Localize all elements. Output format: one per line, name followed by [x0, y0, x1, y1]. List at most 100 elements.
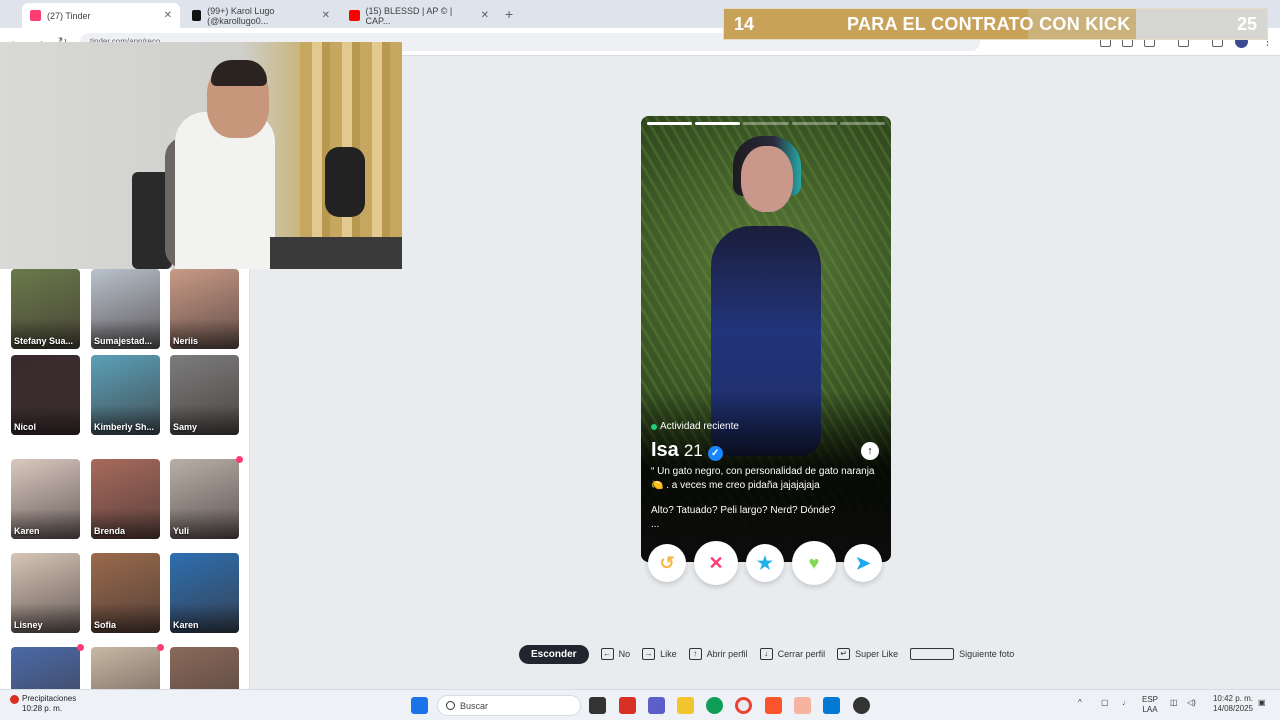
app-red-icon[interactable]	[619, 697, 636, 714]
match-name: Lisney	[14, 620, 43, 630]
match-card[interactable]: Kimberly Sh...	[91, 355, 160, 435]
notification-icon[interactable]: ▣	[1258, 698, 1266, 708]
super-like-button[interactable]: ★	[746, 544, 784, 582]
weather-alert-icon	[10, 695, 19, 704]
system-clock[interactable]: 10:42 p. m. 14/08/2025	[1203, 694, 1253, 714]
stream-goal-banner: 14 PARA EL CONTRATO CON KICK 25	[723, 8, 1268, 40]
match-card[interactable]: Lisney	[11, 553, 80, 633]
nope-button[interactable]: ✕	[694, 541, 738, 585]
teams-icon[interactable]	[648, 697, 665, 714]
shortcut-item: ↓ Cerrar perfil	[759, 648, 826, 660]
hide-shortcuts-button[interactable]: Esconder	[519, 644, 589, 664]
match-name: Brenda	[94, 526, 126, 536]
clock-time: 10:42 p. m.	[1212, 694, 1253, 703]
photo-progress-segment	[743, 122, 789, 125]
shortcut-item: ← No	[600, 648, 631, 660]
photo-face	[741, 146, 793, 212]
photo-progress-segment	[695, 122, 741, 125]
weather-title: Precipitaciones	[22, 694, 77, 703]
chrome-icon[interactable]	[735, 697, 752, 714]
profile-name: Isa	[651, 439, 679, 461]
obs-icon[interactable]	[853, 697, 870, 714]
taskbar-search[interactable]: Buscar	[437, 695, 581, 716]
search-label: Buscar	[460, 701, 489, 711]
new-tab-button[interactable]: +	[505, 6, 513, 22]
match-card[interactable]: Stefany Sua...	[11, 269, 80, 349]
key-cap-icon: ↵	[837, 648, 851, 660]
edge-icon[interactable]	[706, 697, 723, 714]
key-cap-icon: ↑	[688, 648, 702, 660]
close-icon[interactable]: ✕	[481, 10, 489, 21]
mail-icon[interactable]	[794, 697, 811, 714]
match-card[interactable]: Nicol	[11, 355, 80, 435]
match-card[interactable]: Neriis	[170, 269, 239, 349]
match-name: Karen	[14, 526, 40, 536]
weather-widget[interactable]: Precipitaciones 10:28 p. m.	[10, 694, 77, 714]
language-indicator[interactable]: ESP LAA	[1142, 695, 1158, 715]
profile-bio-questions: Alto? Tatuado? Peli largo? Nerd? Dónde?	[651, 505, 836, 516]
match-name: Sumajestad...	[94, 336, 153, 346]
windows-taskbar: Precipitaciones 10:28 p. m. Buscar ^ ▢ ♩…	[0, 689, 1280, 720]
close-icon[interactable]: ✕	[164, 10, 172, 21]
profile-name-row: Isa 21 ✓	[651, 439, 723, 462]
shortcut-item: ↵ Super Like	[837, 648, 898, 660]
tray-mic-icon[interactable]: ♩	[1122, 698, 1130, 708]
shortcut-item: ↑ Abrir perfil	[688, 648, 748, 660]
shortcut-label: Cerrar perfil	[777, 649, 826, 659]
match-card[interactable]: Karen	[11, 459, 80, 539]
tab-youtube[interactable]: (15) BLESSD | AP © | CAP... ✕	[341, 3, 497, 28]
weather-time: 10:28 p. m.	[22, 704, 63, 713]
tab-instagram[interactable]: (99+) Karol Lugo (@karollugo0... ✕	[184, 3, 338, 28]
match-card[interactable]: Yuli	[170, 459, 239, 539]
match-card[interactable]: Brenda	[91, 459, 160, 539]
boost-button[interactable]: ➤	[844, 544, 882, 582]
shortcut-label: No	[618, 649, 631, 659]
tab-label: (99+) Karol Lugo (@karollugo0...	[207, 5, 275, 26]
volume-icon[interactable]: ◁)	[1187, 698, 1196, 708]
shortcut-label: Siguiente foto	[959, 649, 1015, 659]
match-card[interactable]: Sofia	[91, 553, 160, 633]
file-explorer-icon[interactable]	[677, 697, 694, 714]
shortcut-label: Like	[660, 649, 677, 659]
profile-age: 21	[683, 441, 703, 460]
language-code: ESP	[1142, 695, 1159, 704]
open-profile-arrow-icon[interactable]: ↑	[861, 442, 879, 460]
task-view-icon[interactable]	[589, 697, 606, 714]
key-cap-icon: →	[642, 648, 656, 660]
rewind-button[interactable]: ↺	[648, 544, 686, 582]
match-card[interactable]: Sumajestad...	[91, 269, 160, 349]
windows-start-icon[interactable]	[411, 697, 428, 714]
tray-chevron-icon[interactable]: ^	[1078, 698, 1082, 708]
match-name: Stefany Sua...	[14, 336, 74, 346]
store-icon[interactable]	[823, 697, 840, 714]
streamer-hair	[211, 60, 267, 86]
match-card[interactable]	[11, 647, 80, 689]
photo-progress-segment	[647, 122, 693, 125]
tab-label: (27) Tinder	[47, 10, 91, 21]
search-icon	[446, 701, 455, 710]
match-card[interactable]	[91, 647, 160, 689]
match-card[interactable]: Karen	[170, 553, 239, 633]
goal-target-count: 25	[1236, 14, 1257, 34]
match-card[interactable]	[170, 647, 239, 689]
match-name: Sofia	[94, 620, 117, 630]
close-icon[interactable]: ✕	[322, 10, 330, 21]
tray-security-icon[interactable]: ▢	[1101, 698, 1109, 708]
new-message-dot-icon	[77, 644, 84, 651]
profile-card[interactable]: Actividad reciente Isa 21 ✓ ↑ “ Un gato …	[641, 116, 891, 562]
brave-icon[interactable]	[765, 697, 782, 714]
network-icon[interactable]: ◫	[1170, 698, 1178, 708]
shortcut-label: Super Like	[855, 649, 899, 659]
matches-grid: Stefany Sua... Sumajestad... Neriis Nicol Ki…	[0, 269, 250, 689]
new-message-dot-icon	[157, 644, 164, 651]
match-name: Kimberly Sh...	[94, 422, 155, 432]
photo-progress-bar	[647, 122, 886, 125]
photo-progress-segment	[791, 122, 837, 125]
shortcut-label: Abrir perfil	[706, 649, 748, 659]
microphone-icon	[325, 147, 365, 217]
youtube-favicon-icon	[349, 10, 360, 21]
like-button[interactable]: ♥	[792, 541, 836, 585]
key-cap-icon: ↓	[759, 648, 773, 660]
tab-tinder[interactable]: (27) Tinder ✕	[22, 3, 180, 28]
match-card[interactable]: Samy	[170, 355, 239, 435]
